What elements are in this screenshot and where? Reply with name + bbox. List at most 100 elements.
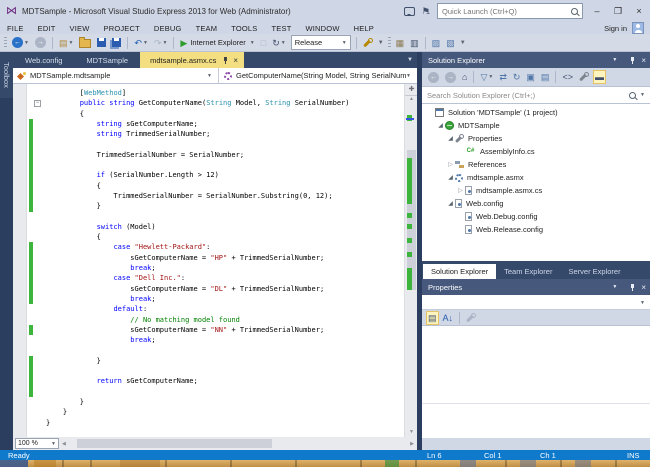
menu-file[interactable]: FILE [0,24,31,33]
document-list-chevron-icon[interactable]: ▼ [407,57,413,63]
tree-item-web-config[interactable]: ◢Web.config [422,197,650,210]
extension-b-button[interactable]: ▧ [444,36,457,50]
horizontal-scrollbar[interactable] [69,439,407,448]
toolbox-tab[interactable]: Toolbox [0,52,13,98]
navigate-backward-button[interactable]: ←▼ [10,36,31,49]
attach-button[interactable]: □ [259,36,268,50]
notifications-button[interactable]: ⚑ 1 [422,6,430,17]
menu-team[interactable]: TEAM [189,24,225,33]
se-home-button[interactable]: ⌂ [460,70,469,84]
menu-window[interactable]: WINDOW [298,24,346,33]
expander-icon[interactable]: ◢ [446,200,455,207]
tab-mdtsample-asmx-cs[interactable]: mdtsample.asmx.cs× [140,52,244,68]
minimize-button[interactable]: – [590,0,604,22]
window-menu-chevron-icon[interactable]: ▼ [612,284,617,290]
scroll-down-icon[interactable]: ▼ [405,429,417,435]
se-sync-button[interactable]: ⇄ [497,70,509,84]
se-refresh-button[interactable]: ↻ [511,70,523,84]
menu-help[interactable]: HELP [347,24,381,33]
expander-icon[interactable]: ▷ [446,161,455,168]
se-back-button[interactable]: ← [426,71,441,84]
se-properties-button[interactable] [577,71,591,83]
feedback-icon[interactable] [404,7,415,16]
menu-debug[interactable]: DEBUG [147,24,189,33]
tree-item-mdtsample-asmx[interactable]: ◢mdtsample.asmx [422,171,650,184]
scroll-right-icon[interactable]: ▶ [410,441,414,447]
panel-tab-server-explorer[interactable]: Server Explorer [560,264,628,279]
close-icon[interactable]: × [233,56,238,65]
expander-icon[interactable]: ▷ [456,187,465,194]
new-project-button[interactable]: ▤▼ [57,36,75,50]
windows-taskbar[interactable] [0,460,650,467]
tree-item-web-release-config[interactable]: Web.Release.config [422,223,650,236]
tab-web-config[interactable]: Web.config [13,52,74,68]
pin-icon[interactable] [629,56,635,64]
start-debug-button[interactable]: ▶Internet Explorer▼ [178,36,256,50]
property-pages-button[interactable] [464,312,478,324]
user-avatar-icon[interactable] [632,22,644,34]
alphabetical-button[interactable]: A↓ [441,311,456,325]
extension-a-button[interactable]: ▨ [430,36,443,50]
package-button[interactable]: ▥ [408,36,421,50]
tree-item-mdtsample[interactable]: ◢MDTSample [422,119,650,132]
panel-tab-solution-explorer[interactable]: Solution Explorer [423,264,496,279]
se-forward-button[interactable]: → [443,71,458,84]
se-filter-button[interactable]: ▽▼ [478,70,495,84]
refresh-button[interactable]: ↻▼ [270,36,288,50]
tree-item-properties[interactable]: ◢Properties [422,132,650,145]
tree-item-assemblyinfo-cs[interactable]: C#AssemblyInfo.cs [422,145,650,158]
properties-object-dropdown[interactable]: ▼ [422,295,650,310]
member-dropdown[interactable]: GetComputerName(String Model, String Ser… [219,68,417,83]
se-preview-button[interactable]: ▬ [593,70,606,84]
se-show-all-files-button[interactable]: ▤ [539,70,552,84]
type-dropdown[interactable]: MDTSample.mdtsample ▼ [13,68,218,83]
toolbar-overflow-icon[interactable]: ▼ [460,40,466,46]
menu-project[interactable]: PROJECT [97,24,147,33]
close-icon[interactable]: × [641,56,646,65]
tree-item-references[interactable]: ▷References [422,158,650,171]
scroll-up-icon[interactable]: ▲ [405,96,417,102]
solution-explorer-search-input[interactable]: Search Solution Explorer (Ctrl+;) ▼ [422,86,650,104]
menu-test[interactable]: TEST [265,24,299,33]
code-editor[interactable]: [WebMethod]− public string GetComputerNa… [13,84,417,437]
se-collapse-all-button[interactable]: ▣ [524,70,537,84]
tree-item-mdtsample-asmx-cs[interactable]: ▷mdtsample.asmx.cs [422,184,650,197]
menu-tools[interactable]: TOOLS [224,24,264,33]
panel-tab-team-explorer[interactable]: Team Explorer [496,264,560,279]
collapse-region-button[interactable]: − [34,100,41,107]
solution-explorer-header[interactable]: Solution Explorer ▼ × [422,52,650,68]
tab-mdtsample[interactable]: MDTSample [74,52,140,68]
navigate-forward-button[interactable]: → [33,36,48,49]
pin-icon[interactable] [629,283,635,291]
categorized-button[interactable]: ▤ [426,311,439,325]
vertical-scrollbar[interactable]: ✚ ▲ ▼ [404,84,417,437]
expander-icon[interactable]: ◢ [446,135,455,142]
close-icon[interactable]: × [641,283,646,292]
toolbar-overflow-icon[interactable]: ▼ [378,40,384,46]
scroll-left-icon[interactable]: ◀ [62,441,66,447]
expander-icon[interactable]: ◢ [436,122,445,129]
scrollbar-thumb[interactable] [77,439,272,448]
tree-item-web-debug-config[interactable]: Web.Debug.config [422,210,650,223]
se-view-code-button[interactable]: <> [560,70,575,84]
browser-link-button[interactable] [361,37,375,49]
window-menu-chevron-icon[interactable]: ▼ [612,57,617,63]
open-file-button[interactable] [77,36,93,49]
redo-button[interactable]: ↷▼ [152,36,170,50]
undo-button[interactable]: ↶▼ [132,36,150,50]
zoom-selector[interactable]: 100 % ▼ [15,438,59,449]
save-button[interactable] [95,37,108,48]
close-button[interactable]: × [632,0,646,22]
configuration-dropdown[interactable]: Release▼ [291,35,351,50]
sign-in-link[interactable]: Sign in [604,24,627,33]
restore-button[interactable]: ❐ [611,0,625,22]
split-window-handle[interactable]: ✚ [405,84,417,96]
properties-header[interactable]: Properties ▼ × [422,279,650,295]
save-all-button[interactable] [110,37,123,48]
pin-icon[interactable] [222,56,228,64]
publish-button[interactable]: ▦ [394,36,407,50]
tree-item-solution-mdtsample-1-project-[interactable]: Solution 'MDTSample' (1 project) [422,106,650,119]
menu-edit[interactable]: EDIT [31,24,63,33]
quick-launch-input[interactable]: Quick Launch (Ctrl+Q) [437,3,583,19]
menu-view[interactable]: VIEW [63,24,97,33]
